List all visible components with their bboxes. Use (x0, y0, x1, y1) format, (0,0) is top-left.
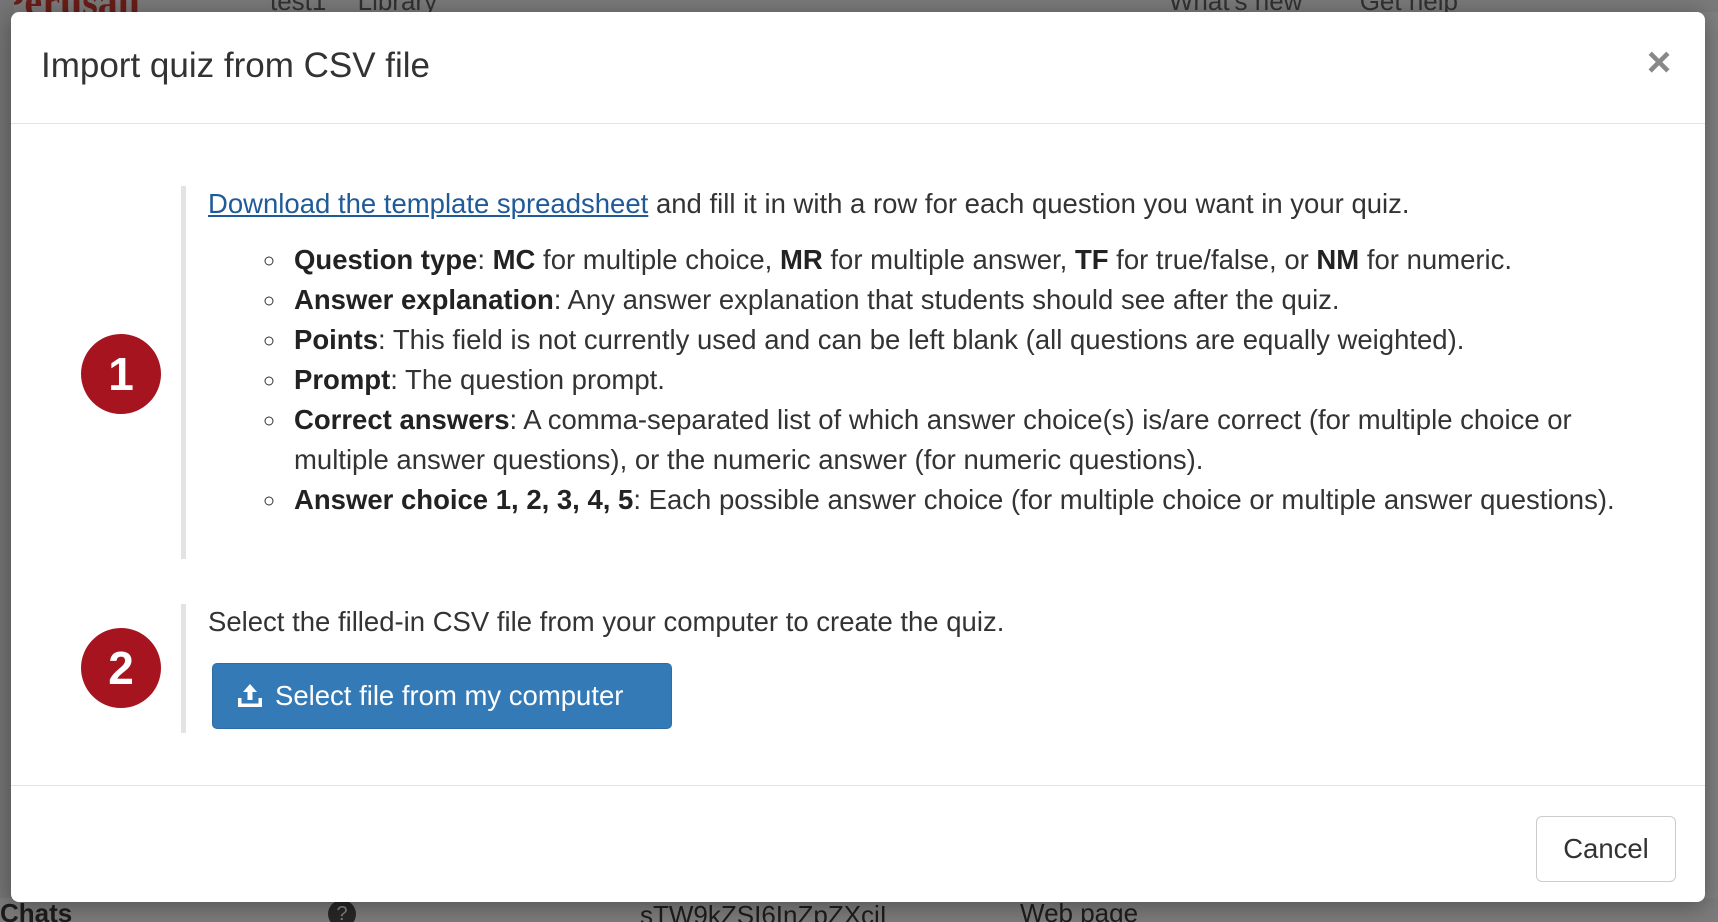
field-name: Prompt (294, 364, 391, 395)
select-file-label: Select file from my computer (275, 680, 624, 711)
step-1-intro: Download the template spreadsheet and fi… (208, 186, 1648, 222)
dialog-body: 1 Download the template spreadsheet and … (11, 124, 1705, 786)
field-description: : The question prompt. (390, 364, 665, 395)
field-name: Question type (294, 244, 478, 275)
step-2-badge: 2 (81, 628, 161, 708)
step-1-intro-text: and fill it in with a row for each quest… (655, 188, 1410, 219)
close-icon[interactable]: × (1639, 41, 1679, 83)
field-description: : This field is not currently used and c… (378, 324, 1465, 355)
step-2-text: Select the filled-in CSV file from your … (208, 606, 1005, 637)
field-name: Answer explanation (294, 284, 554, 315)
dialog-title: Import quiz from CSV file (41, 46, 430, 85)
step-1-badge: 1 (81, 334, 161, 414)
type-code: MC (492, 244, 536, 275)
field-name: Points (294, 324, 379, 355)
list-item: Answer choice 1, 2, 3, 4, 5: Each possib… (288, 480, 1648, 520)
download-template-link[interactable]: Download the template spreadsheet (208, 188, 648, 219)
list-item: Points: This field is not currently used… (288, 320, 1648, 360)
step-1-section: Download the template spreadsheet and fi… (181, 186, 1648, 559)
field-name: Correct answers (294, 404, 510, 435)
field-description: : Each possible answer choice (for multi… (633, 484, 1615, 515)
cancel-button[interactable]: Cancel (1536, 816, 1676, 882)
field-description: : Any answer explanation that students s… (553, 284, 1340, 315)
dialog-header: Import quiz from CSV file × (11, 12, 1705, 124)
type-code: MR (779, 244, 823, 275)
type-code: TF (1074, 244, 1109, 275)
select-file-button[interactable]: Select file from my computer (212, 663, 672, 729)
dialog-footer: Cancel (11, 786, 1705, 903)
step-2-section: Select the filled-in CSV file from your … (181, 604, 1648, 733)
list-item: Answer explanation: Any answer explanati… (288, 280, 1648, 320)
upload-icon (235, 681, 265, 711)
csv-fields-list: Question type: MC for multiple choice, M… (208, 240, 1648, 520)
import-quiz-dialog: Import quiz from CSV file × 1 Download t… (11, 12, 1705, 902)
list-item: Correct answers: A comma-separated list … (288, 400, 1648, 480)
type-code: NM (1316, 244, 1360, 275)
field-name: Answer choice 1, 2, 3, 4, 5 (294, 484, 634, 515)
list-item: Question type: MC for multiple choice, M… (288, 240, 1648, 280)
list-item: Prompt: The question prompt. (288, 360, 1648, 400)
